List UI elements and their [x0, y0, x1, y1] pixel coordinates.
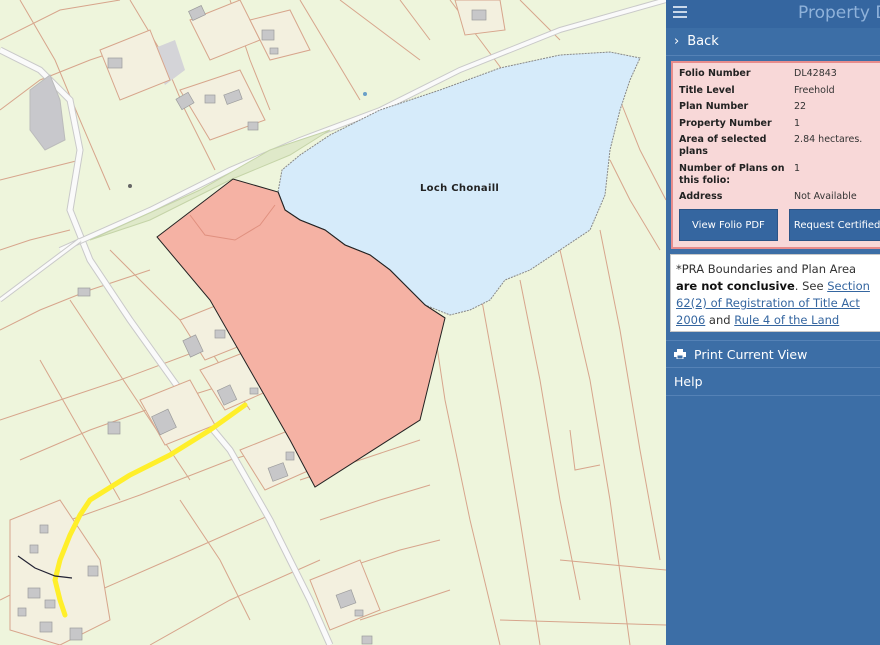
info-label: Address — [679, 191, 723, 202]
notice-prefix: *PRA Boundaries and Plan Area — [676, 262, 857, 276]
panel-header: Property D — [666, 0, 880, 28]
print-current-view-button[interactable]: Print Current View — [666, 340, 880, 368]
info-value: 22 — [794, 101, 807, 112]
info-value: DL42843 — [794, 68, 837, 79]
info-label: Folio Number — [679, 68, 751, 79]
view-folio-pdf-button[interactable]: View Folio PDF — [679, 209, 778, 241]
help-button[interactable]: Help — [666, 368, 880, 396]
notice-bold: are not conclusive — [676, 279, 795, 293]
map-point-2 — [128, 184, 132, 188]
request-certified-button[interactable]: Request Certified — [788, 209, 880, 241]
info-value: Not Available — [794, 191, 857, 202]
info-value: 2.84 hectares. — [794, 134, 863, 145]
info-row-area: Area of selected plans 2.84 hectares. — [679, 134, 880, 158]
map-canvas[interactable] — [0, 0, 666, 645]
info-label: Title Level — [679, 84, 735, 96]
info-label: Plan Number — [679, 101, 749, 112]
folio-actions: View Folio PDF Request Certified — [679, 209, 880, 241]
hamburger-menu-icon[interactable] — [673, 6, 687, 18]
info-row-address: Address Not Available — [679, 191, 880, 203]
notice-and: and — [705, 313, 735, 327]
info-row-number-of-plans: Number of Plans on this folio: 1 — [679, 163, 880, 187]
info-label: Area of selected plans — [679, 134, 767, 157]
info-row-title-level: Title Level Freehold — [679, 85, 880, 97]
print-label: Print Current View — [694, 346, 808, 362]
notice-mid: . See — [794, 279, 828, 293]
panel-title: Property D — [798, 3, 880, 23]
folio-info-box: Folio Number DL42843 Title Level Freehol… — [671, 61, 880, 249]
info-value: Freehold — [794, 84, 835, 96]
map-view[interactable]: Loch Chonaill — [0, 0, 666, 645]
help-label: Help — [674, 374, 703, 389]
back-label: Back — [687, 34, 719, 49]
map-point — [363, 92, 367, 96]
printer-icon — [674, 349, 686, 359]
back-button[interactable]: › Back — [666, 28, 880, 56]
property-details-panel: Property D › Back Folio Number DL42843 T… — [666, 0, 880, 645]
info-label: Property Number — [679, 117, 772, 129]
info-row-property-number: Property Number 1 — [679, 118, 880, 130]
info-row-plan-number: Plan Number 22 — [679, 101, 880, 113]
info-value: 1 — [794, 117, 801, 129]
boundary-notice: *PRA Boundaries and Plan Area are not co… — [670, 254, 880, 332]
lake-label: Loch Chonaill — [420, 183, 500, 194]
info-value: 1 — [794, 162, 801, 174]
chevron-right-icon: › — [674, 34, 680, 49]
info-row-folio-number: Folio Number DL42843 — [679, 68, 880, 80]
info-label: Number of Plans on this folio: — [679, 162, 785, 186]
